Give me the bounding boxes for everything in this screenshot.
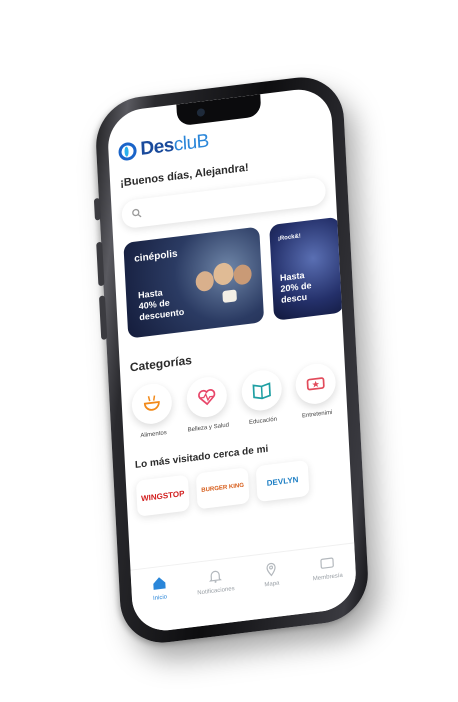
logo-bold: Des	[139, 134, 175, 160]
category-label: Belleza y Salud	[187, 422, 230, 434]
category-label: Educación	[248, 416, 278, 426]
tab-notificaciones[interactable]: Notificaciones	[193, 566, 238, 597]
phone-screen: DescluB ¡Buenos días, Alejandra! cinépol…	[106, 85, 358, 635]
card-icon	[305, 552, 350, 573]
promo-text: Hasta 40% de descuento	[138, 285, 185, 323]
mute-switch	[93, 197, 102, 221]
promo-brand: ¡Rock&!	[277, 233, 302, 243]
brand-card[interactable]: DEVLYN	[255, 459, 310, 503]
tab-membresia[interactable]: Membresía	[305, 552, 350, 583]
category-item[interactable]: Educación	[240, 368, 283, 427]
heart-pulse-icon	[197, 389, 216, 406]
promo-card[interactable]: ¡Rock&! Hasta 20% de descu	[269, 216, 345, 321]
category-list: Alimentos Belleza y Salud Educación Entr…	[130, 361, 338, 440]
tab-label: Notificaciones	[197, 586, 235, 597]
promo-carousel[interactable]: cinépolis Hasta 40% de descuento ¡Rock&!…	[123, 216, 345, 339]
map-pin-icon	[249, 559, 294, 580]
home-icon	[137, 573, 182, 594]
promo-photo	[191, 255, 258, 323]
bell-icon	[193, 566, 238, 587]
promo-text: Hasta 20% de descu	[280, 269, 313, 306]
category-label: Alimentos	[140, 430, 167, 440]
volume-up-button	[96, 241, 105, 287]
tab-label: Inicio	[152, 594, 168, 602]
tab-label: Membresía	[312, 572, 344, 583]
promo-card[interactable]: cinépolis Hasta 40% de descuento	[123, 226, 265, 339]
promo-line: descu	[280, 291, 308, 305]
logo-mark-icon	[118, 141, 138, 162]
camera-dot	[196, 107, 206, 117]
brand-card[interactable]: BURGER KING	[195, 467, 250, 510]
category-label: Entretenimi	[301, 409, 333, 420]
tab-inicio[interactable]: Inicio	[137, 573, 182, 604]
promo-brand: cinépolis	[133, 248, 178, 265]
category-circle	[130, 381, 174, 427]
bowl-icon	[144, 395, 160, 411]
category-circle	[240, 368, 283, 413]
book-icon	[252, 382, 271, 400]
phone-frame: DescluB ¡Buenos días, Alejandra! cinépol…	[93, 72, 371, 648]
tab-mapa[interactable]: Mapa	[249, 559, 294, 590]
tab-label: Mapa	[264, 580, 280, 589]
ticket-icon	[306, 377, 325, 391]
category-circle	[294, 361, 337, 407]
category-circle	[185, 374, 228, 420]
logo-text: DescluB	[140, 131, 209, 161]
category-item[interactable]: Alimentos	[130, 381, 174, 440]
volume-down-button	[98, 295, 108, 340]
logo-light: cluB	[173, 130, 210, 156]
brand-card[interactable]: WINGSTOP	[135, 474, 190, 517]
search-icon	[132, 208, 142, 218]
category-item[interactable]: Entretenimi	[294, 361, 337, 420]
product-photo: DescluB ¡Buenos días, Alejandra! cinépol…	[0, 0, 458, 702]
category-item[interactable]: Belleza y Salud	[185, 374, 230, 434]
